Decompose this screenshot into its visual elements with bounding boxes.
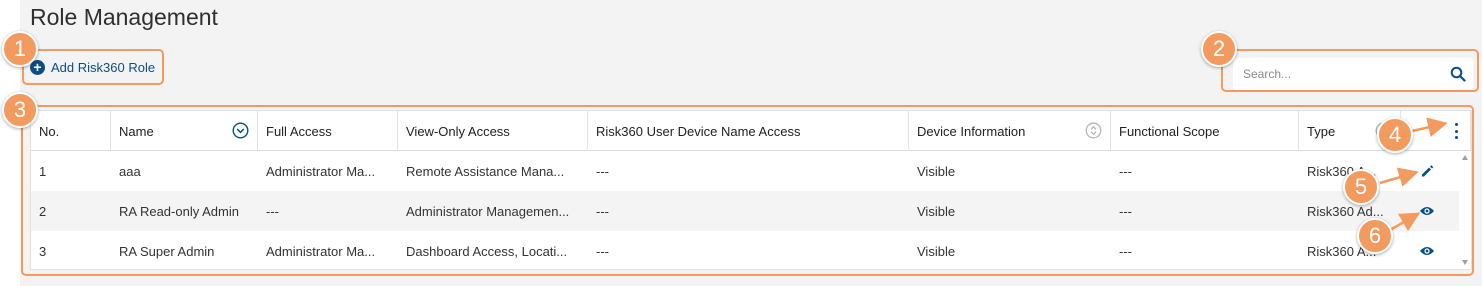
- table-row[interactable]: 2 RA Read-only Admin --- Administrator M…: [31, 191, 1459, 231]
- scroll-down-icon[interactable]: [1462, 260, 1468, 265]
- column-header-device-information[interactable]: Device Information: [909, 111, 1111, 151]
- column-header-functional-scope: Functional Scope: [1111, 111, 1299, 151]
- table-header: No. Name Full Access View-Only Access Ri…: [31, 111, 1471, 151]
- scroll-up-icon[interactable]: [1462, 155, 1468, 160]
- sort-circle-icon[interactable]: [1085, 122, 1102, 142]
- column-header-no: No.: [31, 111, 111, 151]
- callout-badge-3: 3: [2, 92, 38, 128]
- cell-no: 1: [39, 163, 47, 179]
- cell-full: Administrator Ma...: [266, 243, 376, 259]
- cell-name: aaa: [119, 163, 141, 179]
- cell-no: 3: [39, 243, 47, 259]
- page-title: Role Management: [30, 4, 218, 30]
- cell-name: RA Super Admin: [119, 243, 215, 259]
- callout-badge-2: 2: [1201, 31, 1237, 67]
- cell-scope: ---: [1119, 203, 1132, 219]
- column-header-name[interactable]: Name: [111, 111, 258, 151]
- cell-device-info: Visible: [917, 203, 956, 219]
- search-input[interactable]: [1233, 67, 1443, 81]
- vertical-scrollbar[interactable]: [1459, 151, 1471, 269]
- cell-scope: ---: [1119, 163, 1132, 179]
- column-header-device-name-access: Risk360 User Device Name Access: [588, 111, 909, 151]
- callout-badge-5: 5: [1343, 169, 1379, 205]
- pencil-icon[interactable]: [1419, 163, 1435, 179]
- roles-table: No. Name Full Access View-Only Access Ri…: [30, 110, 1472, 270]
- chevron-down-circle-icon[interactable]: [232, 122, 249, 142]
- table-row[interactable]: 1 aaa Administrator Ma... Remote Assista…: [31, 151, 1459, 191]
- cell-view: Remote Assistance Mana...: [406, 163, 565, 179]
- eye-icon[interactable]: [1419, 243, 1435, 259]
- column-header-view-only: View-Only Access: [398, 111, 588, 151]
- cell-scope: ---: [1119, 243, 1132, 259]
- cell-no: 2: [39, 203, 47, 219]
- cell-name: RA Read-only Admin: [119, 203, 239, 219]
- callout-badge-1: 1: [2, 31, 38, 67]
- cell-device-info: Visible: [917, 243, 956, 259]
- cell-full: Administrator Ma...: [266, 163, 376, 179]
- cell-full: ---: [266, 203, 279, 219]
- column-header-full-access: Full Access: [258, 111, 398, 151]
- cell-device-name: ---: [596, 243, 609, 259]
- search-icon[interactable]: [1443, 59, 1473, 89]
- add-role-label: Add Risk360 Role: [51, 59, 156, 75]
- cell-device-name: ---: [596, 203, 609, 219]
- cell-view: Administrator Managemen...: [406, 203, 570, 219]
- cell-device-info: Visible: [917, 163, 956, 179]
- callout-badge-6: 6: [1357, 218, 1393, 254]
- cell-view: Dashboard Access, Locati...: [406, 243, 568, 259]
- table-row[interactable]: 3 RA Super Admin Administrator Ma... Das…: [31, 231, 1459, 271]
- callout-badge-4: 4: [1377, 117, 1413, 153]
- add-role-button[interactable]: + Add Risk360 Role: [22, 49, 164, 85]
- eye-icon[interactable]: [1419, 203, 1435, 219]
- cell-device-name: ---: [596, 163, 609, 179]
- kebab-menu-icon[interactable]: [1451, 121, 1461, 141]
- table-body: 1 aaa Administrator Ma... Remote Assista…: [31, 151, 1459, 271]
- search-box: [1233, 58, 1473, 90]
